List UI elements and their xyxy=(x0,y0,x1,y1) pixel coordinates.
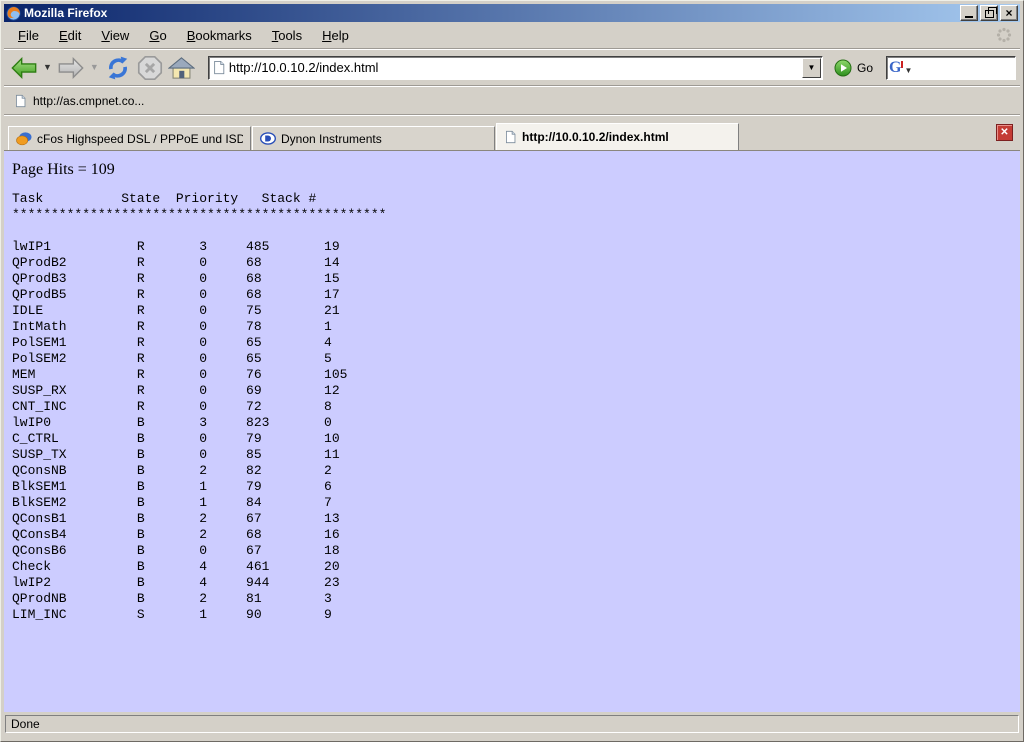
bookmark-item[interactable]: http://as.cmpnet.co... xyxy=(10,92,148,110)
close-icon: × xyxy=(1005,8,1012,18)
tab-label: Dynon Instruments xyxy=(281,132,382,146)
window-title: Mozilla Firefox xyxy=(24,6,107,20)
back-button[interactable] xyxy=(8,54,40,82)
minimize-button[interactable] xyxy=(960,5,978,21)
firefox-logo-icon xyxy=(6,6,21,21)
menu-bookmarks[interactable]: Bookmarks xyxy=(177,24,262,47)
restore-button[interactable] xyxy=(980,5,998,21)
menu-tools[interactable]: Tools xyxy=(262,24,312,47)
menu-help[interactable]: Help xyxy=(312,24,359,47)
menu-edit[interactable]: Edit xyxy=(49,24,91,47)
status-text: Done xyxy=(11,717,40,731)
google-g-icon: G xyxy=(889,60,901,76)
firefox-window: Mozilla Firefox × File Edit View Go Book… xyxy=(0,0,1024,742)
tab-cfos[interactable]: cFos Highspeed DSL / PPPoE und ISDN CAP.… xyxy=(8,126,251,150)
page-icon xyxy=(212,60,226,75)
title-bar[interactable]: Mozilla Firefox × xyxy=(4,4,1020,22)
bookmarks-toolbar: http://as.cmpnet.co... xyxy=(4,86,1020,115)
home-icon xyxy=(168,56,195,80)
stop-icon xyxy=(137,55,163,81)
close-tab-button[interactable]: ✕ xyxy=(996,124,1013,141)
task-table: Task State Priority Stack # ************… xyxy=(12,191,1020,623)
home-button[interactable] xyxy=(166,54,197,82)
close-button[interactable]: × xyxy=(1000,5,1018,21)
menu-file[interactable]: File xyxy=(8,24,49,47)
tab-label: http://10.0.10.2/index.html xyxy=(522,130,669,144)
go-icon xyxy=(834,59,852,77)
throbber-icon xyxy=(996,27,1012,43)
back-icon xyxy=(10,56,38,80)
forward-button[interactable] xyxy=(55,54,87,82)
tab-label: cFos Highspeed DSL / PPPoE und ISDN CAP.… xyxy=(37,132,243,146)
forward-dropdown-caret[interactable]: ▼ xyxy=(88,63,101,72)
search-engine-caret[interactable]: ▼ xyxy=(902,66,914,75)
tab-dynon[interactable]: Dynon Instruments xyxy=(252,126,495,150)
page-icon xyxy=(14,94,27,108)
menu-go[interactable]: Go xyxy=(139,24,176,47)
go-label: Go xyxy=(857,61,873,75)
page-hits-text: Page Hits = 109 xyxy=(12,161,1020,179)
tab-active-index-page[interactable]: http://10.0.10.2/index.html xyxy=(496,123,739,150)
page-content: Page Hits = 109 Task State Priority Stac… xyxy=(4,151,1020,712)
cfos-icon xyxy=(16,131,32,146)
status-panel: Done xyxy=(5,715,1019,733)
bookmark-label: http://as.cmpnet.co... xyxy=(33,94,144,108)
go-button[interactable]: Go xyxy=(832,57,879,79)
page-icon xyxy=(504,130,517,144)
address-input[interactable] xyxy=(229,60,799,75)
search-box[interactable]: G ▼ xyxy=(886,56,1016,80)
minimize-icon xyxy=(965,16,973,18)
address-dropdown-button[interactable]: ▼ xyxy=(802,58,821,78)
status-bar: Done xyxy=(4,712,1020,738)
menu-bar: File Edit View Go Bookmarks Tools Help xyxy=(4,22,1020,49)
reload-button[interactable] xyxy=(102,53,134,83)
reload-icon xyxy=(104,55,132,81)
forward-icon xyxy=(57,56,85,80)
dynon-icon xyxy=(260,132,276,145)
restore-icon xyxy=(985,10,994,18)
tab-bar: cFos Highspeed DSL / PPPoE und ISDN CAP.… xyxy=(4,115,1020,151)
search-input[interactable] xyxy=(915,60,1013,76)
address-bar[interactable]: ▼ xyxy=(208,56,823,80)
navigation-toolbar: ▼ ▼ xyxy=(4,49,1020,86)
stop-button[interactable] xyxy=(135,53,165,83)
back-dropdown-caret[interactable]: ▼ xyxy=(41,63,54,72)
menu-view[interactable]: View xyxy=(91,24,139,47)
